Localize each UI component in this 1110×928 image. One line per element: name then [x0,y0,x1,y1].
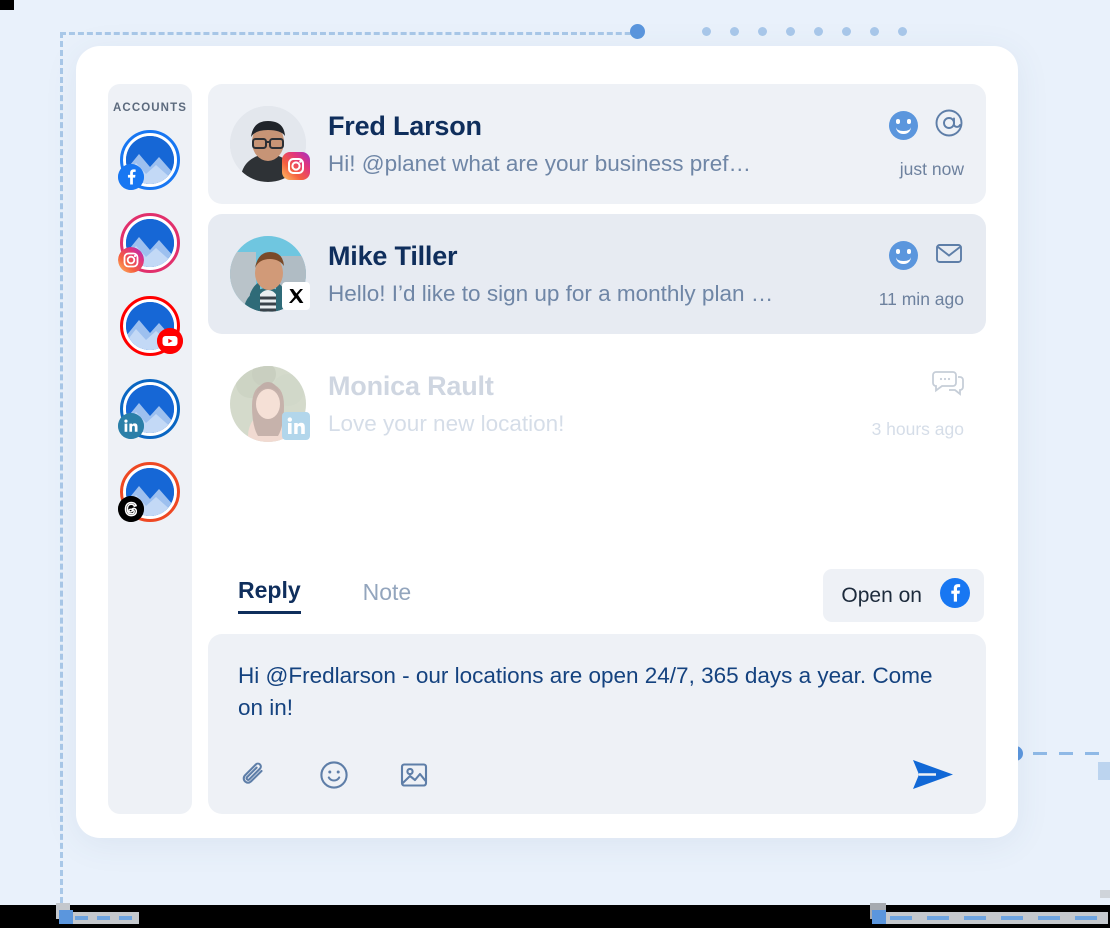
sidebar-account-instagram[interactable] [118,213,180,273]
avatar [230,106,310,182]
rail-dot [870,27,879,36]
instagram-icon [118,247,144,273]
timestamp: just now [899,159,964,179]
dot-sequence [702,27,907,36]
corner-notch [0,0,14,10]
composer-tabs: Reply Note Open on [208,569,986,622]
bottom-left-dashed-bar [73,912,139,924]
rail-dot [786,27,795,36]
timestamp: 11 min ago [878,289,964,309]
accounts-sidebar: ACCOUNTS [108,84,192,814]
instagram-icon [282,152,310,180]
inbox-main: Fred Larson Hi! @planet what are your bu… [208,84,986,814]
message-preview: Love your new location! [328,411,565,437]
open-on-label: Open on [841,583,922,607]
threads-icon [118,496,144,522]
smiley-outline-icon[interactable] [318,759,350,791]
app-window-inner: ACCOUNTS Fred Larson Hi! @planet what ar… [108,84,986,814]
avatar [230,366,310,442]
message-preview: Hi! @planet what are your business pref… [328,151,752,177]
facebook-icon [940,578,970,613]
x-twitter-icon [282,282,310,310]
facebook-icon [118,164,144,190]
avatar [230,236,310,312]
smiley-filled-icon[interactable] [889,111,918,140]
message-actions [889,108,964,143]
bottom-right-blue-square [872,910,886,924]
message-actions [889,238,964,273]
rail-dot [842,27,851,36]
reply-composer[interactable]: Hi @Fredlarson - our locations are open … [208,634,986,814]
message-meta: 11 min ago [879,238,964,310]
right-edge-tick [1100,890,1110,898]
tab-reply[interactable]: Reply [238,577,301,614]
sender-name: Fred Larson [328,110,482,141]
rail-dot [898,27,907,36]
sender-name: Monica Rault [328,370,494,401]
accounts-heading: ACCOUNTS [113,102,187,114]
right-decoration [1008,746,1110,761]
image-icon[interactable] [398,759,430,791]
message-body: Fred Larson Hi! @planet what are your bu… [328,110,879,179]
tab-note[interactable]: Note [363,579,412,613]
reply-input[interactable]: Hi @Fredlarson - our locations are open … [238,660,956,726]
sidebar-account-linkedin[interactable] [118,379,180,439]
smiley-filled-icon[interactable] [889,241,918,270]
open-on-button[interactable]: Open on [823,569,984,622]
app-window: ACCOUNTS Fred Larson Hi! @planet what ar… [76,46,1018,838]
message-body: Mike Tiller Hello! I’d like to sign up f… [328,240,869,309]
sidebar-account-youtube[interactable] [120,296,183,356]
message-row-monica-rault[interactable]: Monica Rault Love your new location! 3 h… [208,344,986,464]
rail-dot [730,27,739,36]
right-edge-tick-secondary [1098,762,1110,780]
message-meta: just now [889,108,964,180]
chat-bubble-icon[interactable] [932,368,964,403]
message-body: Monica Rault Love your new location! [328,370,862,439]
message-actions [932,368,964,403]
sender-name: Mike Tiller [328,240,458,271]
top-dot-rail [630,24,907,39]
active-dot-indicator [630,24,645,39]
timestamp: 3 hours ago [871,419,964,439]
at-mention-icon[interactable] [934,108,964,143]
message-preview: Hello! I’d like to sign up for a monthly… [328,281,774,307]
sidebar-account-facebook[interactable] [118,130,180,190]
send-button[interactable] [910,756,956,794]
youtube-icon [157,328,183,354]
mail-icon[interactable] [934,238,964,273]
composer-toolbar [238,756,956,794]
rail-dot [758,27,767,36]
sidebar-account-threads[interactable] [118,462,180,522]
linkedin-icon [118,413,144,439]
message-row-fred-larson[interactable]: Fred Larson Hi! @planet what are your bu… [208,84,986,204]
bottom-right-dashed-bar [886,912,1108,924]
linkedin-icon [282,412,310,440]
decoration-dashed-line [1033,752,1110,755]
rail-dot [702,27,711,36]
bottom-left-blue-square [59,910,73,924]
paperclip-icon[interactable] [238,759,270,791]
message-meta: 3 hours ago [872,368,964,440]
rail-dot [814,27,823,36]
message-row-mike-tiller[interactable]: Mike Tiller Hello! I’d like to sign up f… [208,214,986,334]
